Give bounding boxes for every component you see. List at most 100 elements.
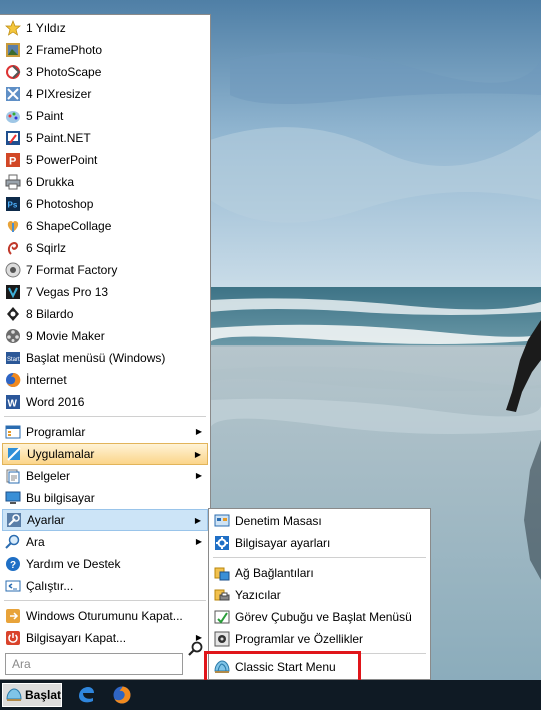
submenu-item-label: Yazıcılar	[235, 588, 281, 602]
menu-item-help[interactable]: ? Yardım ve Destek	[2, 553, 208, 575]
recent-item-framephoto[interactable]: 2 FramePhoto	[2, 39, 208, 61]
recent-item-photoshop[interactable]: Ps 6 Photoshop	[2, 193, 208, 215]
menu-item-label: Programlar	[26, 425, 86, 439]
svg-text:P: P	[9, 156, 16, 168]
submenu-separator	[213, 557, 426, 558]
submenu-item-network[interactable]: Ağ Bağlantıları	[211, 562, 428, 584]
programs-features-icon	[214, 631, 230, 647]
menu-item-label: Bu bilgisayar	[26, 491, 95, 505]
menu-item-documents[interactable]: Belgeler ▶	[2, 465, 208, 487]
printer-icon	[5, 174, 21, 190]
photoshop-icon: Ps	[5, 196, 21, 212]
menu-item-label: Ayarlar	[27, 513, 65, 527]
submenu-item-label: Görev Çubuğu ve Başlat Menüsü	[235, 610, 412, 624]
network-icon	[214, 565, 230, 581]
recent-item-internet[interactable]: İnternet	[2, 369, 208, 391]
recent-item-moviemaker[interactable]: 9 Movie Maker	[2, 325, 208, 347]
submenu-arrow-icon: ▶	[194, 516, 201, 525]
printers-icon	[214, 587, 230, 603]
recent-item-label: 5 PowerPoint	[26, 153, 98, 167]
photoscape-icon	[5, 64, 21, 80]
submenu-item-taskbar-start[interactable]: Görev Çubuğu ve Başlat Menüsü	[211, 606, 428, 628]
settings-icon	[6, 512, 22, 528]
menu-item-shutdown[interactable]: Bilgisayarı Kapat... ▶	[2, 627, 208, 649]
menu-item-label: Ara	[26, 535, 45, 549]
recent-item-label: 6 Drukka	[26, 175, 75, 189]
start-button-label: Başlat	[25, 688, 62, 702]
menu-item-logoff[interactable]: Windows Oturumunu Kapat...	[2, 605, 208, 627]
recent-item-start-menu-windows[interactable]: Start Başlat menüsü (Windows)	[2, 347, 208, 369]
submenu-item-programs-features[interactable]: Programlar ve Özellikler	[211, 628, 428, 650]
recent-item-yildiz[interactable]: 1 Yıldız	[2, 17, 208, 39]
recent-item-label: 8 Bilardo	[26, 307, 74, 321]
recent-item-label: 6 ShapeCollage	[26, 219, 112, 233]
firefox-icon[interactable]	[112, 685, 132, 705]
moviemaker-icon	[5, 328, 21, 344]
start-button[interactable]: Başlat	[2, 683, 62, 707]
search-button[interactable]	[185, 638, 207, 660]
menu-item-apps[interactable]: Uygulamalar ▶	[2, 443, 208, 465]
menu-item-label: Windows Oturumunu Kapat...	[26, 609, 183, 623]
submenu-item-control-panel[interactable]: Denetim Masası	[211, 510, 428, 532]
firefox-icon	[5, 372, 21, 388]
submenu-item-label: Programlar ve Özellikler	[235, 632, 364, 646]
star-icon	[5, 20, 21, 36]
magnifier-icon	[188, 641, 203, 656]
edge-icon[interactable]	[76, 685, 96, 705]
taskbar: Başlat	[0, 680, 541, 710]
framephoto-icon	[5, 42, 21, 58]
recent-item-bilardo[interactable]: 8 Bilardo	[2, 303, 208, 325]
submenu-item-label: Classic Start Menu	[235, 660, 336, 674]
submenu-arrow-icon: ▶	[195, 427, 202, 436]
submenu-item-classic-start-menu[interactable]: Classic Start Menu	[211, 656, 428, 678]
sqirlz-icon	[5, 240, 21, 256]
menu-item-label: Uygulamalar	[27, 447, 95, 461]
recent-item-powerpoint[interactable]: P 5 PowerPoint	[2, 149, 208, 171]
recent-item-drukka[interactable]: 6 Drukka	[2, 171, 208, 193]
recent-item-paintnet[interactable]: 5 Paint.NET	[2, 127, 208, 149]
run-icon	[5, 578, 21, 594]
paint-icon	[5, 108, 21, 124]
paintnet-icon	[5, 130, 21, 146]
menu-item-programs[interactable]: Programlar ▶	[2, 421, 208, 443]
recent-item-formatfactory[interactable]: 7 Format Factory	[2, 259, 208, 281]
submenu-item-label: Bilgisayar ayarları	[235, 536, 331, 550]
recent-item-word[interactable]: W Word 2016	[2, 391, 208, 413]
recent-item-label: 4 PIXresizer	[26, 87, 92, 101]
classic-shell-icon	[6, 687, 22, 703]
menu-item-settings[interactable]: Ayarlar ▶	[2, 509, 208, 531]
billiards-icon	[5, 306, 21, 322]
recent-item-label: Başlat menüsü (Windows)	[26, 351, 166, 365]
pixresizer-icon	[5, 86, 21, 102]
menu-item-label: Bilgisayarı Kapat...	[26, 631, 127, 645]
logoff-icon	[5, 608, 21, 624]
recent-item-pixresizer[interactable]: 4 PIXresizer	[2, 83, 208, 105]
start-menu-search-input[interactable]	[5, 653, 183, 675]
recent-item-shapecollage[interactable]: 6 ShapeCollage	[2, 215, 208, 237]
recent-item-paint[interactable]: 5 Paint	[2, 105, 208, 127]
menu-separator	[4, 600, 206, 601]
recent-item-label: 2 FramePhoto	[26, 43, 103, 57]
menu-item-search[interactable]: Ara ▶	[2, 531, 208, 553]
svg-text:?: ?	[10, 560, 16, 571]
programs-icon	[5, 424, 21, 440]
recent-item-sqirlz[interactable]: 6 Sqirlz	[2, 237, 208, 259]
recent-item-label: 9 Movie Maker	[26, 329, 105, 343]
control-panel-icon	[214, 513, 230, 529]
powerpoint-icon: P	[5, 152, 21, 168]
submenu-item-pc-settings[interactable]: Bilgisayar ayarları	[211, 532, 428, 554]
start-menu: 1 Yıldız 2 FramePhoto 3 PhotoScape 4 PIX…	[0, 14, 211, 680]
svg-text:Start: Start	[7, 357, 20, 363]
recent-item-photoscape[interactable]: 3 PhotoScape	[2, 61, 208, 83]
menu-item-this-pc[interactable]: Bu bilgisayar	[2, 487, 208, 509]
recent-item-vegas[interactable]: 7 Vegas Pro 13	[2, 281, 208, 303]
search-icon	[5, 534, 21, 550]
submenu-item-printers[interactable]: Yazıcılar	[211, 584, 428, 606]
recent-item-label: Word 2016	[26, 395, 85, 409]
submenu-item-label: Ağ Bağlantıları	[235, 566, 314, 580]
recent-item-label: 5 Paint	[26, 109, 64, 123]
menu-item-run[interactable]: Çalıştır...	[2, 575, 208, 597]
pc-settings-icon	[214, 535, 230, 551]
vegas-icon	[5, 284, 21, 300]
classic-shell-icon	[214, 659, 230, 675]
